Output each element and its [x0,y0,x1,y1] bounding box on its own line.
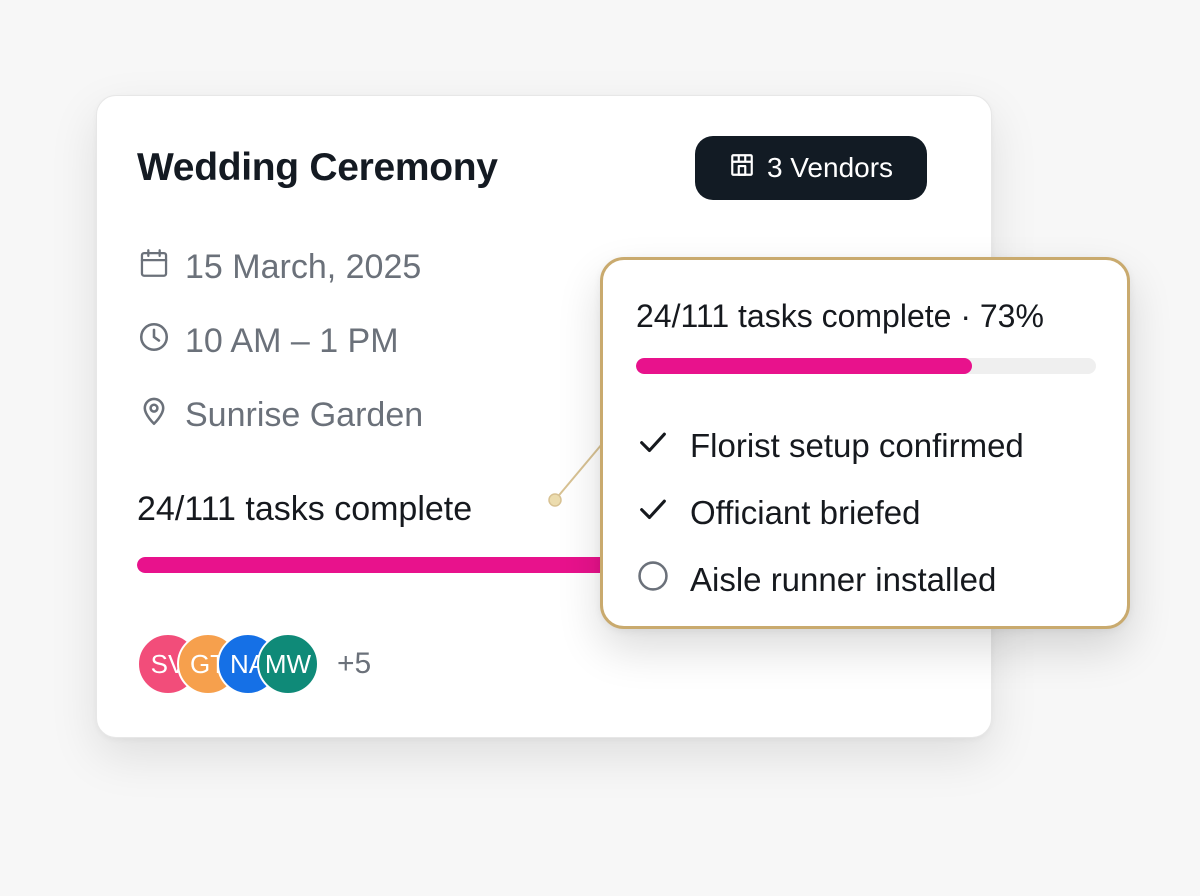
checklist-item-label: Aisle runner installed [690,560,997,598]
clock-icon [137,320,171,363]
vendors-badge-label: 3 Vendors [766,152,894,183]
event-date: 15 March, 2025 [185,248,422,286]
checkmark-icon[interactable] [636,425,670,467]
avatar[interactable]: MW [257,633,319,695]
checklist-item-label: Officiant briefed [690,493,921,531]
tasks-complete-label: 24/111 tasks complete [137,490,473,528]
tooltip-progress-fill [636,358,972,374]
list-item[interactable]: Aisle runner installed [636,546,1024,613]
event-location: Sunrise Garden [185,396,424,434]
event-date-row: 15 March, 2025 [137,246,421,289]
event-title: Wedding Ceremony [137,146,498,189]
assignee-avatars: SV GT NA MW +5 [137,633,371,695]
more-assignees-count[interactable]: +5 [337,647,371,681]
list-item[interactable]: Florist setup confirmed [636,412,1024,479]
event-location-row: Sunrise Garden [137,394,423,437]
vendors-badge[interactable]: 3 Vendors [695,136,927,200]
event-time-row: 10 AM – 1 PM [137,320,399,363]
event-time: 10 AM – 1 PM [185,322,399,360]
tasks-tooltip: 24/111 tasks complete · 73% Florist setu… [600,257,1130,629]
map-pin-icon [137,394,171,437]
calendar-icon [137,246,171,289]
storefront-icon [729,152,755,185]
checklist-item-label: Florist setup confirmed [690,426,1024,464]
checkmark-icon[interactable] [636,492,670,534]
tooltip-progress-bar [636,358,1096,374]
task-checklist: Florist setup confirmed Officiant briefed… [636,412,1024,613]
list-item[interactable]: Officiant briefed [636,479,1024,546]
tooltip-summary: 24/111 tasks complete · 73% [636,298,1044,334]
empty-circle-icon[interactable] [636,559,670,601]
